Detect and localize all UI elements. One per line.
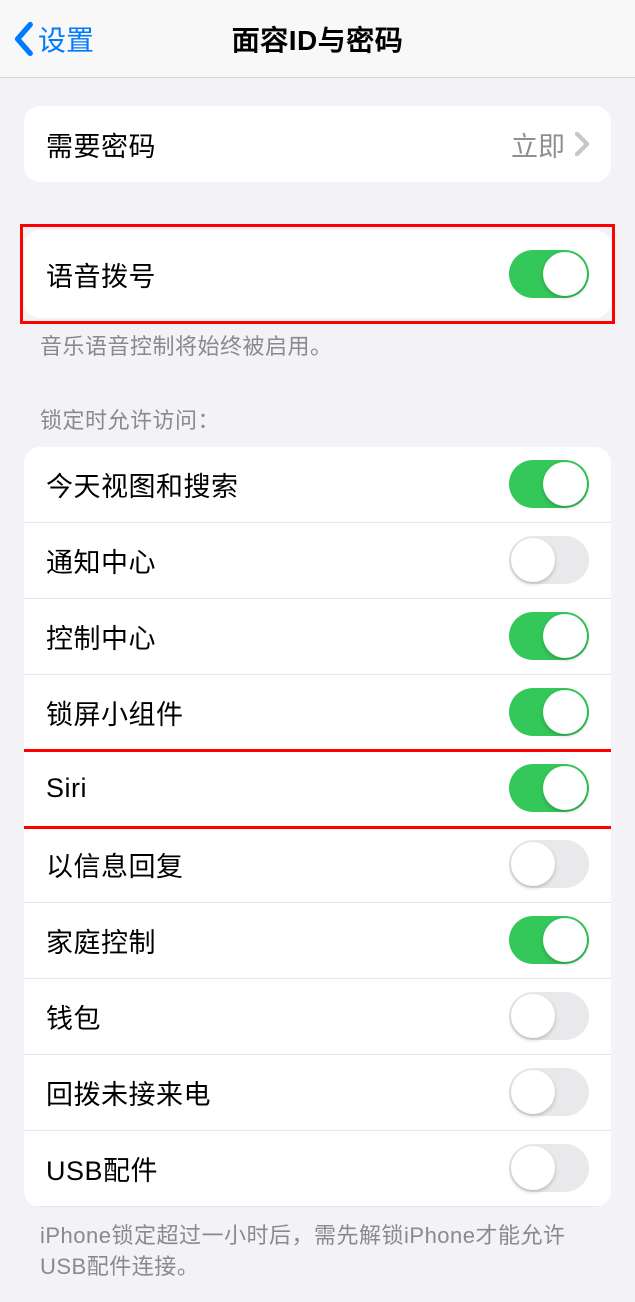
lock-access-toggle[interactable]	[509, 460, 589, 508]
voice-dial-cell: 语音拨号	[24, 230, 611, 318]
lock-access-cell: 今天视图和搜索	[24, 447, 611, 523]
back-button[interactable]: 设置	[12, 19, 94, 59]
lock-access-toggle[interactable]	[509, 992, 589, 1040]
lock-access-label: 锁屏小组件	[46, 693, 509, 732]
chevron-left-icon	[12, 21, 34, 57]
lock-access-header: 锁定时允许访问：	[40, 403, 595, 435]
lock-access-cell: USB配件	[24, 1131, 611, 1207]
lock-access-toggle[interactable]	[509, 916, 589, 964]
toggle-knob	[543, 614, 587, 658]
lock-access-cell: 以信息回复	[24, 827, 611, 903]
lock-access-toggle[interactable]	[509, 1144, 589, 1192]
toggle-knob	[511, 994, 555, 1038]
group-lock-access: 锁定时允许访问： 今天视图和搜索通知中心控制中心锁屏小组件 Siri 以信息回复家庭…	[0, 403, 635, 1283]
toggle-knob	[543, 766, 587, 810]
lock-access-cell: Siri	[24, 751, 611, 827]
lock-access-toggle[interactable]	[509, 840, 589, 888]
lock-access-label: USB配件	[46, 1149, 509, 1188]
lock-access-label: Siri	[46, 773, 509, 804]
lock-access-label: 控制中心	[46, 617, 509, 656]
nav-bar: 设置 面容ID与密码	[0, 0, 635, 78]
toggle-knob	[511, 842, 555, 886]
toggle-knob	[543, 690, 587, 734]
lock-access-cell: 通知中心	[24, 523, 611, 599]
voice-dial-footer: 音乐语音控制将始终被启用。	[40, 332, 595, 363]
toggle-knob	[511, 538, 555, 582]
lock-access-cell: 控制中心	[24, 599, 611, 675]
require-passcode-cell[interactable]: 需要密码 立即	[24, 106, 611, 182]
lock-access-toggle[interactable]	[509, 764, 589, 812]
lock-access-toggle[interactable]	[509, 612, 589, 660]
toggle-knob	[511, 1070, 555, 1114]
toggle-knob	[543, 462, 587, 506]
require-passcode-label: 需要密码	[46, 125, 511, 164]
lock-access-cell: 锁屏小组件	[24, 675, 611, 751]
voice-dial-label: 语音拨号	[46, 255, 509, 294]
lock-access-cell: 家庭控制	[24, 903, 611, 979]
lock-access-cell: 回拨未接来电	[24, 1055, 611, 1131]
lock-access-label: 钱包	[46, 997, 509, 1036]
lock-access-label: 今天视图和搜索	[46, 465, 509, 504]
lock-access-toggle[interactable]	[509, 688, 589, 736]
lock-access-label: 通知中心	[46, 541, 509, 580]
lock-access-label: 以信息回复	[46, 845, 509, 884]
require-passcode-value: 立即	[511, 125, 565, 164]
toggle-knob	[511, 1146, 555, 1190]
lock-access-toggle[interactable]	[509, 1068, 589, 1116]
voice-dial-toggle[interactable]	[509, 250, 589, 298]
lock-access-label: 回拨未接来电	[46, 1073, 509, 1112]
toggle-knob	[543, 918, 587, 962]
back-label: 设置	[38, 19, 94, 59]
lock-access-cell: 钱包	[24, 979, 611, 1055]
lock-access-toggle[interactable]	[509, 536, 589, 584]
group-voice-dial: 语音拨号 音乐语音控制将始终被启用。	[0, 230, 635, 363]
lock-access-footer: iPhone锁定超过一小时后，需先解锁iPhone才能允许USB配件连接。	[40, 1221, 595, 1283]
group-passcode: 需要密码 立即	[0, 106, 635, 182]
page-title: 面容ID与密码	[232, 19, 404, 59]
lock-access-label: 家庭控制	[46, 921, 509, 960]
chevron-right-icon	[575, 132, 589, 156]
toggle-knob	[543, 252, 587, 296]
